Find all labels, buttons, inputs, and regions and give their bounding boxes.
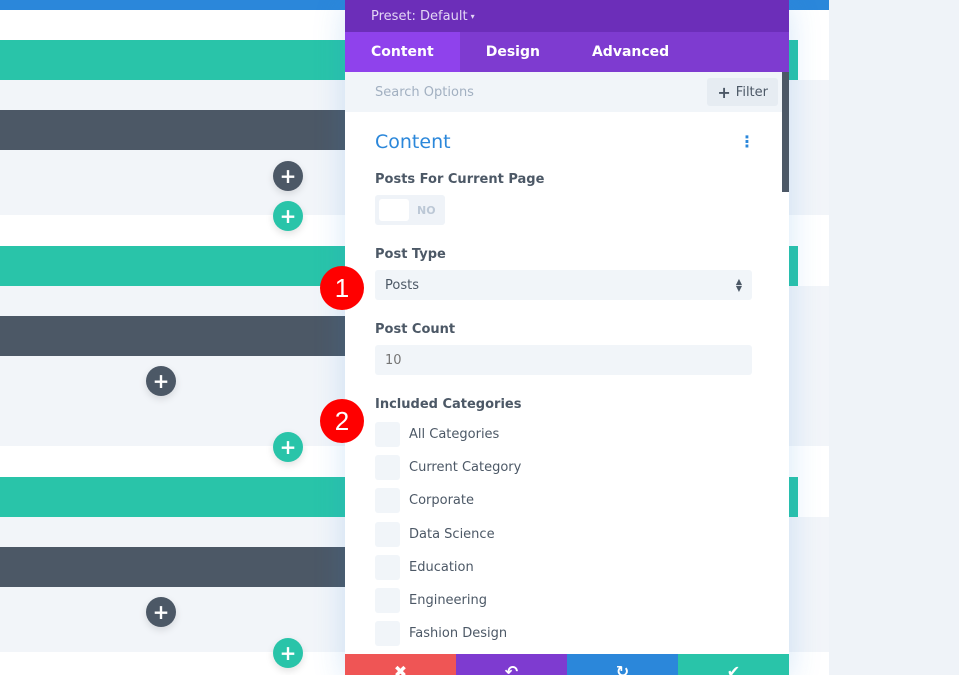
tab-advanced[interactable]: Advanced — [566, 32, 695, 72]
checkbox[interactable] — [375, 488, 400, 514]
add-row-button[interactable]: + — [273, 432, 303, 462]
category-option[interactable]: Engineering — [375, 584, 759, 617]
toggle-knob — [379, 199, 409, 221]
post-type-select[interactable]: Posts ▲ ▼ — [375, 270, 752, 300]
add-row-button[interactable]: + — [273, 201, 303, 231]
modal-scrollbar[interactable] — [782, 72, 789, 192]
category-option[interactable]: Corporate — [375, 484, 759, 517]
close-icon: ✖ — [393, 662, 408, 675]
checkbox[interactable] — [375, 422, 400, 448]
add-row-button[interactable]: + — [273, 638, 303, 668]
categories-checklist: All Categories Current Category Corporat… — [375, 418, 759, 650]
plus-icon: + — [717, 82, 731, 102]
toggle-state: NO — [417, 203, 436, 217]
checkbox[interactable] — [375, 621, 400, 647]
category-label: Engineering — [409, 593, 487, 609]
blog-settings-modal: Preset: Default ▾ Content Design Advanced… — [345, 0, 789, 675]
preset-label: Preset: Default — [371, 8, 468, 24]
posts-for-current-page-toggle[interactable]: NO — [375, 195, 445, 225]
check-icon: ✔ — [726, 662, 741, 675]
category-option[interactable]: Education — [375, 551, 759, 584]
search-options-input[interactable] — [375, 84, 575, 100]
category-option[interactable]: All Categories — [375, 418, 759, 451]
select-arrows-icon: ▲ ▼ — [735, 277, 742, 293]
plus-icon: + — [279, 641, 297, 665]
included-categories-label: Included Categories — [375, 397, 522, 412]
modal-body: Content ⋮ Posts For Current Page NO Post… — [345, 112, 789, 650]
tab-design[interactable]: Design — [460, 32, 566, 72]
add-module-button[interactable]: + — [146, 366, 176, 396]
save-button[interactable]: ✔ — [678, 654, 789, 675]
plus-icon: + — [279, 164, 297, 188]
undo-button[interactable]: ↶ — [456, 654, 567, 675]
cancel-button[interactable]: ✖ — [345, 654, 456, 675]
redo-icon: ↻ — [615, 662, 630, 675]
category-label: Education — [409, 559, 474, 575]
category-label: Fashion Design — [409, 626, 508, 642]
posts-for-current-page-label: Posts For Current Page — [375, 172, 545, 187]
post-type-label: Post Type — [375, 247, 446, 262]
add-module-button[interactable]: + — [146, 597, 176, 627]
category-label: Corporate — [409, 493, 474, 509]
more-options-icon[interactable]: ⋮ — [739, 134, 755, 150]
plus-icon: + — [279, 204, 297, 228]
category-label: All Categories — [409, 427, 500, 443]
filter-label: Filter — [735, 84, 768, 100]
checkbox[interactable] — [375, 588, 400, 614]
plus-icon: + — [152, 369, 170, 393]
category-option[interactable]: Data Science — [375, 518, 759, 551]
tab-content[interactable]: Content — [345, 32, 460, 72]
modal-footer: ✖ ↶ ↻ ✔ — [345, 654, 789, 675]
plus-icon: + — [152, 600, 170, 624]
plus-icon: + — [279, 435, 297, 459]
post-type-value: Posts — [385, 277, 419, 293]
post-count-input[interactable] — [375, 345, 752, 375]
category-label: Current Category — [409, 460, 522, 476]
content-group-header[interactable]: Content ⋮ — [375, 130, 759, 154]
checkbox[interactable] — [375, 521, 400, 547]
settings-tabs: Content Design Advanced — [345, 32, 789, 72]
group-title: Content — [375, 131, 451, 153]
annotation-badge-2: 2 — [320, 399, 364, 443]
category-label: Data Science — [409, 526, 495, 542]
post-count-label: Post Count — [375, 322, 456, 337]
filter-button[interactable]: + Filter — [707, 78, 778, 106]
annotation-badge-1: 1 — [320, 266, 364, 310]
preset-dropdown[interactable]: Preset: Default ▾ — [371, 9, 475, 24]
checkbox[interactable] — [375, 455, 400, 481]
redo-button[interactable]: ↻ — [567, 654, 678, 675]
checkbox[interactable] — [375, 554, 400, 580]
category-option[interactable]: Current Category — [375, 451, 759, 484]
category-option[interactable]: Fashion Design — [375, 617, 759, 650]
search-options-bar: + Filter — [345, 72, 789, 112]
add-module-button[interactable]: + — [273, 161, 303, 191]
caret-down-icon: ▾ — [470, 11, 475, 21]
undo-icon: ↶ — [504, 662, 519, 675]
modal-header: Preset: Default ▾ — [345, 0, 789, 32]
right-gutter — [829, 0, 959, 675]
